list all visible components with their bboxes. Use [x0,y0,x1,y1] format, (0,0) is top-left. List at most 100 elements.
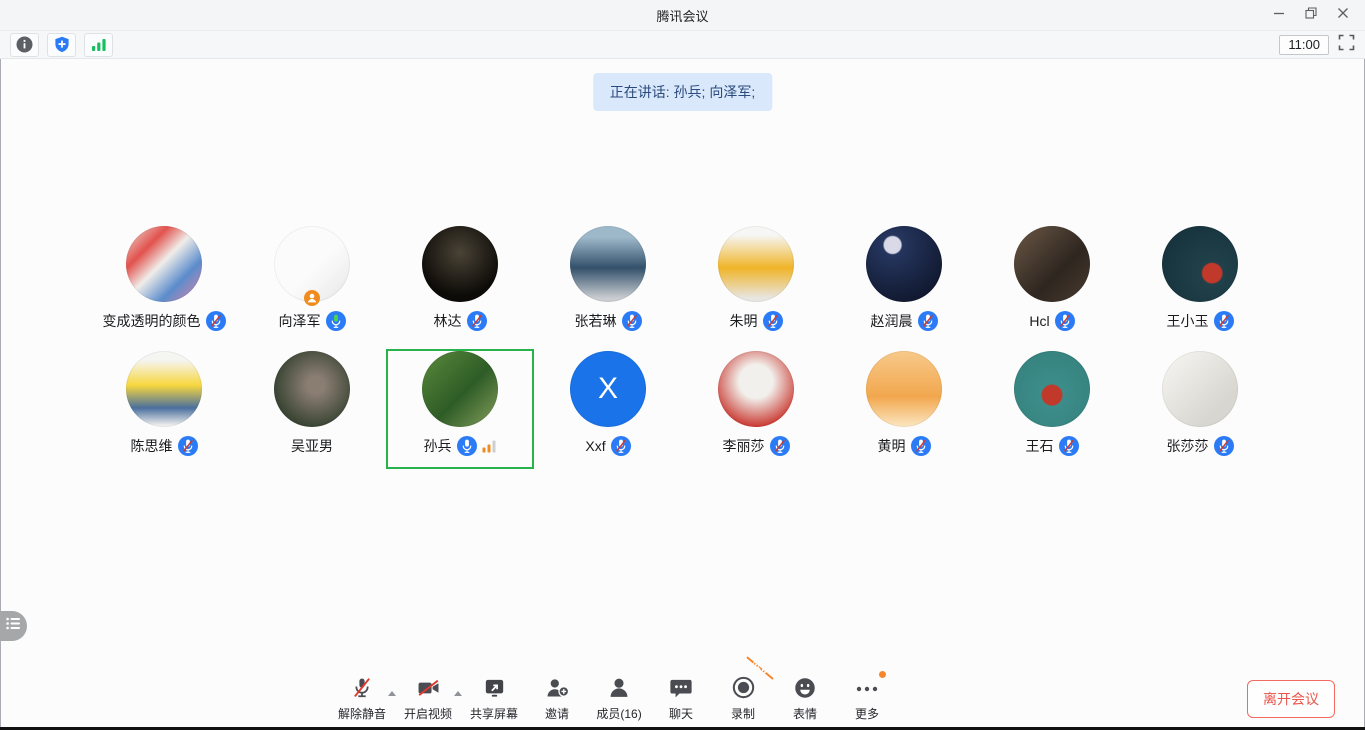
participant-name: 黄明 [878,436,906,456]
participant-name-row: 李丽莎 [723,436,790,456]
participant-name: 向泽军 [279,311,321,331]
meeting-info-button[interactable] [10,33,39,57]
security-button[interactable] [47,33,76,57]
participant-tile[interactable]: 吴亚男 [238,349,386,469]
participant-avatar [422,226,498,302]
toolbar-item-invite[interactable]: 邀请 [534,674,580,722]
participant-name-row: 王小玉 [1167,311,1234,331]
participant-tile[interactable]: 王小玉 [1126,224,1274,344]
mic-status-icon [763,311,783,331]
participant-tile[interactable]: 张莎莎 [1126,349,1274,469]
minimize-button[interactable] [1263,2,1295,28]
participant-tile[interactable]: 变成透明的颜色 [90,224,238,344]
panel-toggle-button[interactable] [0,611,27,641]
participant-tile[interactable]: Hcl [978,224,1126,344]
participant-tile[interactable]: X Xxf [534,349,682,469]
network-button[interactable] [84,33,113,57]
participant-name-row: 黄明 [878,436,931,456]
mic-status-icon [467,311,487,331]
mic-status-icon [911,436,931,456]
participant-name: 张莎莎 [1167,436,1209,456]
participant-name-row: Xxf [585,436,630,456]
top-toolbar: 11:00 [0,31,1365,59]
toolbar-item-chat[interactable]: 聊天 [658,674,704,722]
mic-status-icon [770,436,790,456]
participant-name-row: 孙兵 [424,436,497,456]
participant-tile[interactable]: 黄明 [830,349,978,469]
participant-name: 李丽莎 [723,436,765,456]
participant-name: 林达 [434,311,462,331]
participant-name-row: 张若琳 [575,311,642,331]
camera-off-icon [415,674,442,701]
participant-name: 吴亚男 [291,436,333,456]
participant-tile[interactable]: 林达 [386,224,534,344]
mic-status-icon [206,311,226,331]
unmute-options-arrow[interactable] [388,691,396,696]
participant-avatar [126,351,202,427]
topbar-left-buttons [10,33,113,57]
toolbar-item-label: 解除静音 [338,705,386,722]
mic-status-icon [1214,311,1234,331]
mic-status-icon [622,311,642,331]
toolbar-item-unmute[interactable]: 解除静音 [338,674,386,722]
participant-name: 陈思维 [131,436,173,456]
host-badge-icon [304,290,320,306]
mic-status-icon [1055,311,1075,331]
toolbar-item-start-video[interactable]: 开启视频 [404,674,452,722]
participant-name: 王小玉 [1167,311,1209,331]
fullscreen-button[interactable] [1338,34,1355,56]
chat-icon [668,674,694,701]
participant-name: Hcl [1029,311,1049,331]
signal-icon [91,38,107,52]
participant-avatar [866,351,942,427]
participant-name: 孙兵 [424,436,452,456]
participant-avatar [274,226,350,302]
member-icon [606,674,632,701]
participant-avatar [1014,226,1090,302]
mic-status-icon [1059,436,1079,456]
start-video-options-arrow[interactable] [454,691,462,696]
leave-meeting-button[interactable]: 离开会议 [1247,680,1335,718]
participant-name-row: Hcl [1029,311,1074,331]
participant-tile[interactable]: 向泽军 [238,224,386,344]
participant-tile[interactable]: 朱明 [682,224,830,344]
meeting-window: 腾讯会议 11:00 正在讲话: 孙兵; 向泽军; 变成透明的颜色向泽军林达张若… [0,0,1365,730]
participant-name-row: 王石 [1026,436,1079,456]
mic-status-icon [611,436,631,456]
participant-tile[interactable]: 李丽莎 [682,349,830,469]
participant-tile[interactable]: 张若琳 [534,224,682,344]
participant-tile[interactable]: 赵润晨 [830,224,978,344]
participant-tile[interactable]: 王石 [978,349,1126,469]
screen-share-icon [481,674,508,701]
bottom-toolbar: 解除静音 开启视频 共享屏幕邀请成员(16) 聊天 NEW录制表情更多 [330,674,898,722]
toolbar-item-share-screen[interactable]: 共享屏幕 [470,674,518,722]
fullscreen-icon [1338,34,1355,56]
participant-name: 变成透明的颜色 [103,311,201,331]
restore-button[interactable] [1295,2,1327,28]
emoji-icon [792,674,818,701]
notification-dot [879,671,886,678]
topbar-right: 11:00 [1279,34,1355,56]
participant-name-row: 向泽军 [279,311,346,331]
participant-tile[interactable]: 陈思维 [90,349,238,469]
participant-name-row: 吴亚男 [291,436,333,456]
participant-tile[interactable]: 孙兵 [386,349,534,469]
participant-avatar [422,351,498,427]
avatar-initial: X [598,372,618,406]
invite-icon [544,674,571,701]
mic-status-icon [457,436,477,456]
mic-off-icon [349,674,375,701]
list-icon [6,617,21,635]
participant-avatar [126,226,202,302]
toolbar-item-more[interactable]: 更多 [844,674,890,722]
close-button[interactable] [1327,2,1359,28]
toolbar-item-emoji[interactable]: 表情 [782,674,828,722]
mic-status-icon [1214,436,1234,456]
toolbar-item-label: 成员(16) [596,705,641,722]
toolbar-item-record[interactable]: NEW录制 [720,674,766,722]
toolbar-item-label: 开启视频 [404,705,452,722]
toolbar-item-label: 更多 [855,705,879,722]
participant-avatar [1162,351,1238,427]
participant-avatar [718,226,794,302]
toolbar-item-members[interactable]: 成员(16) [596,674,642,722]
